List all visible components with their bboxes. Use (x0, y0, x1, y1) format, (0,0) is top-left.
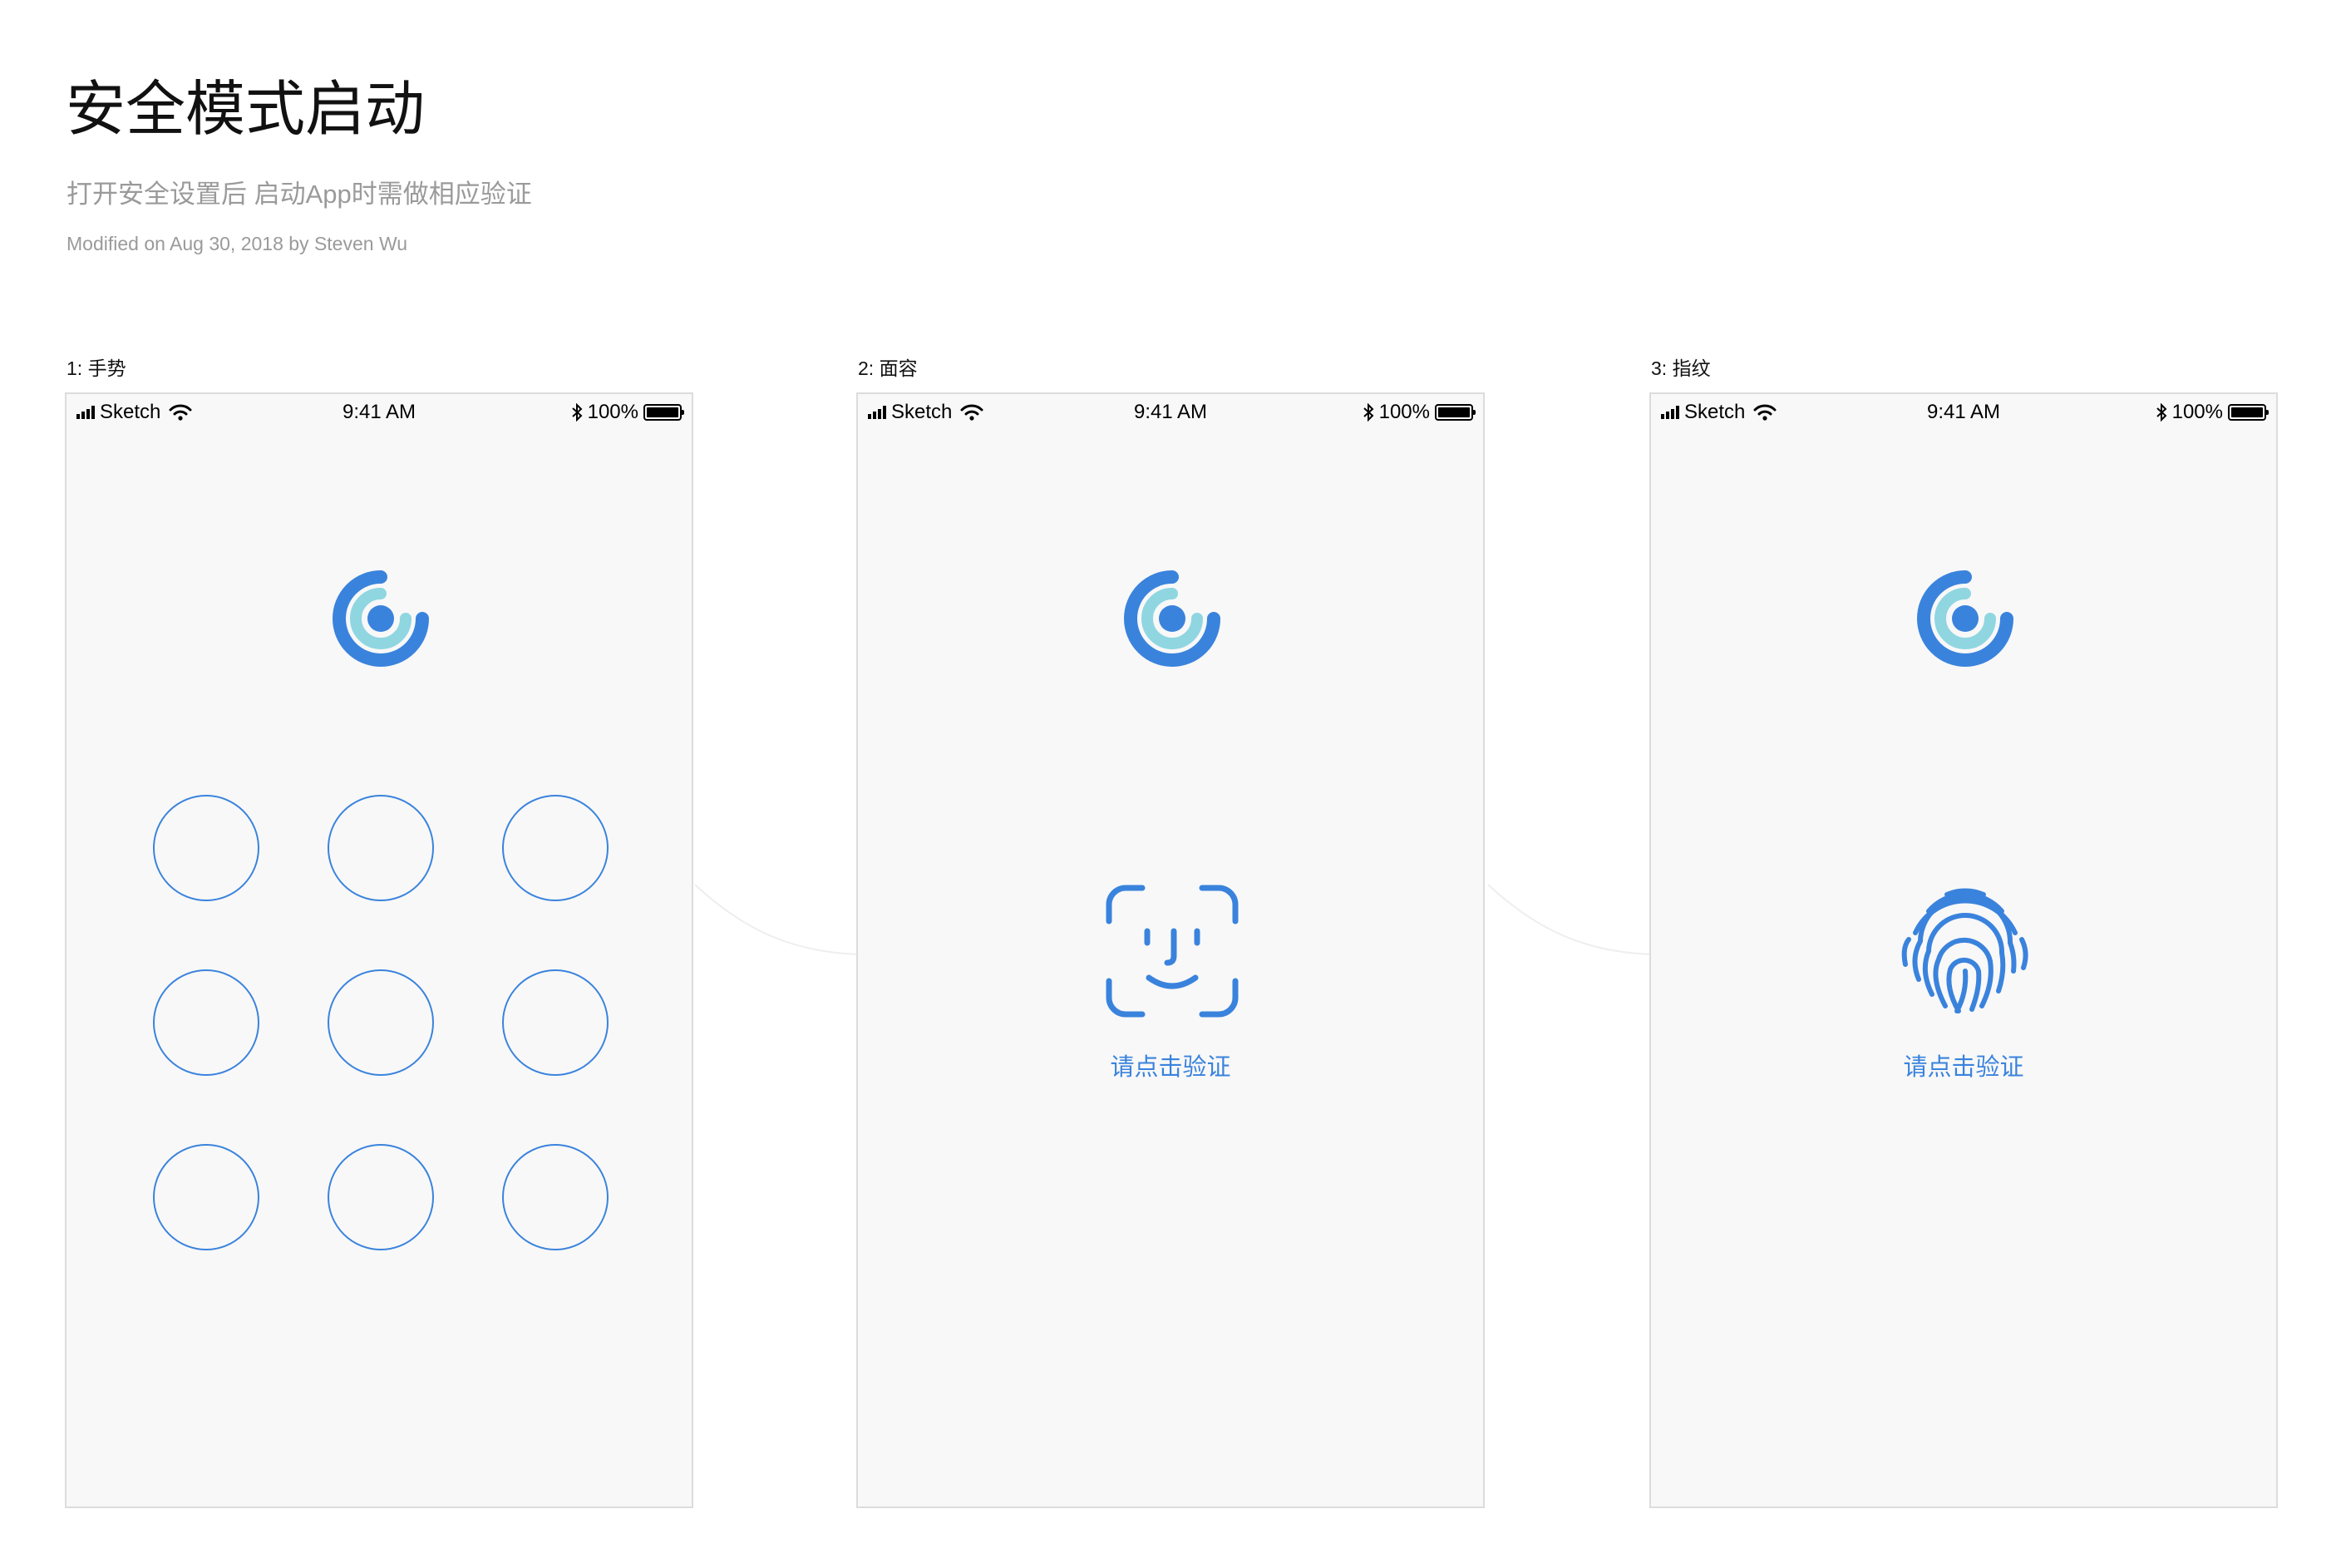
artboard-label-face: 2: 面容 (858, 357, 918, 379)
battery-percent: 100% (587, 401, 638, 423)
artboard-connector (1488, 884, 1654, 955)
artboard-label-gesture: 1: 手势 (67, 357, 126, 379)
battery-icon (643, 404, 684, 421)
bluetooth-icon (2156, 403, 2167, 422)
bluetooth-icon (1363, 403, 1374, 422)
tap-to-verify-button[interactable]: 请点击验证 (1651, 1048, 2276, 1082)
phone-face: Sketch 9:41 AM 100% 请点击验证 (856, 392, 1485, 1508)
pattern-dot-4[interactable] (153, 969, 259, 1076)
app-logo-icon (1124, 570, 1220, 667)
document-title: 安全模式启动 (66, 76, 426, 143)
battery-percent: 100% (1378, 401, 1430, 423)
pattern-dot-7[interactable] (153, 1144, 259, 1250)
phone-fingerprint: Sketch 9:41 AM 100% 请点击验证 (1649, 392, 2278, 1508)
phone-gesture: Sketch 9:41 AM 100% (65, 392, 693, 1508)
pattern-dot-5[interactable] (328, 969, 434, 1076)
battery-percent: 100% (2171, 401, 2223, 423)
pattern-dot-6[interactable] (502, 969, 609, 1076)
status-bar: Sketch 9:41 AM 100% (858, 394, 1483, 427)
artboard-connector (695, 884, 861, 955)
document-meta: Modified on Aug 30, 2018 by Steven Wu (67, 233, 408, 254)
pattern-dot-2[interactable] (328, 795, 434, 901)
document-subtitle: 打开安全设置后 启动App时需做相应验证 (67, 180, 532, 209)
battery-icon (2228, 404, 2269, 421)
app-logo-icon (1917, 570, 2013, 667)
fingerprint-icon[interactable] (1899, 885, 2032, 1018)
app-logo-icon (333, 570, 429, 667)
face-id-icon[interactable] (1106, 885, 1239, 1018)
pattern-dot-1[interactable] (153, 795, 259, 901)
pattern-dot-8[interactable] (328, 1144, 434, 1250)
status-bar: Sketch 9:41 AM 100% (67, 394, 692, 427)
battery-icon (1435, 404, 1476, 421)
bluetooth-icon (571, 403, 583, 422)
artboard-label-fingerprint: 3: 指纹 (1651, 357, 1711, 379)
pattern-dot-9[interactable] (502, 1144, 609, 1250)
status-bar: Sketch 9:41 AM 100% (1651, 394, 2276, 427)
tap-to-verify-button[interactable]: 请点击验证 (858, 1048, 1483, 1082)
pattern-dot-3[interactable] (502, 795, 609, 901)
